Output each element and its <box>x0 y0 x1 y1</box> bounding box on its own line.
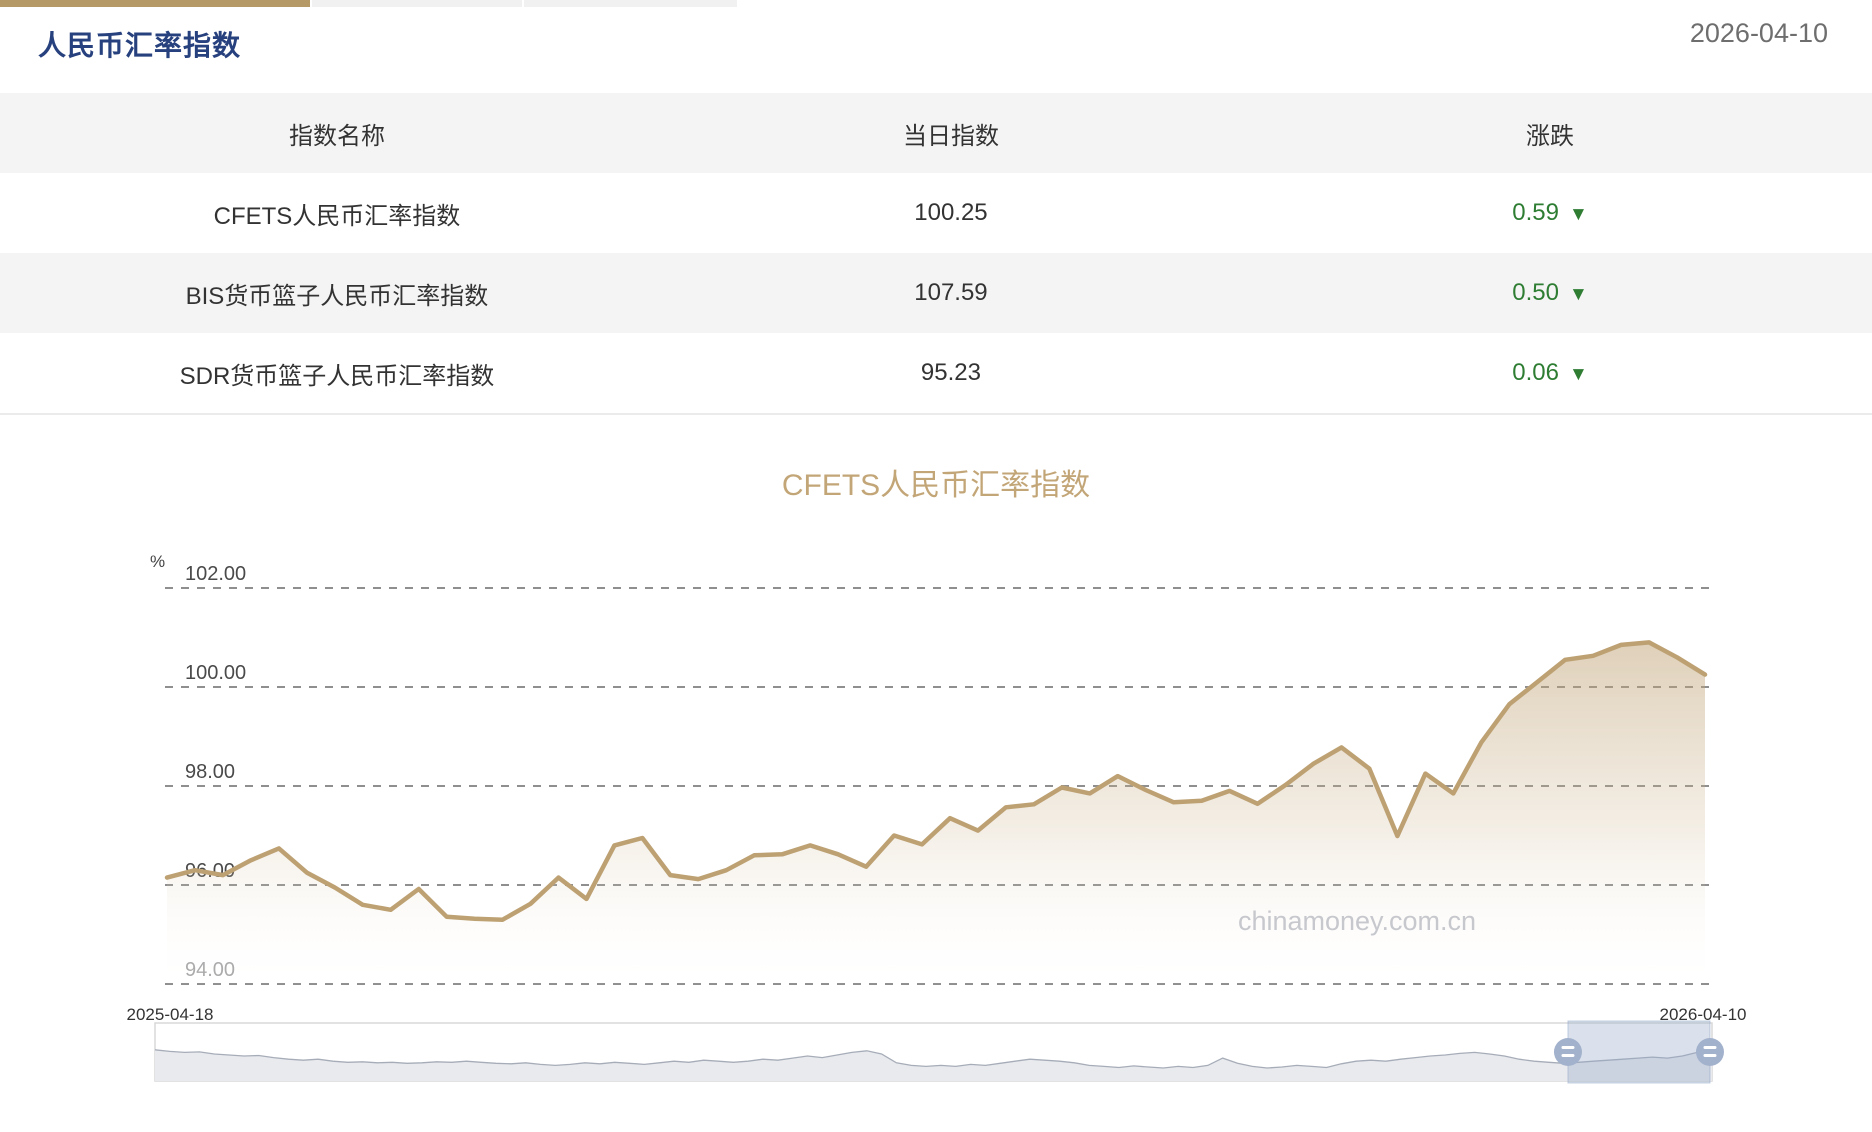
handle-grip-line <box>1703 1046 1716 1049</box>
tab-indicator-2[interactable] <box>312 0 522 7</box>
table-row: CFETS人民币汇率指数 100.25 0.59 ▼ <box>0 173 1872 253</box>
x-axis-start-label: 2025-04-18 <box>127 1005 214 1024</box>
cfets-index-chart: 102.00100.0098.0096.0094.00 % chinamoney… <box>0 530 1872 1132</box>
change-value: 0.59 <box>1512 199 1559 226</box>
handle-grip-line <box>1703 1054 1716 1057</box>
chart-title: CFETS人民币汇率指数 <box>0 460 1872 504</box>
down-triangle-icon: ▼ <box>1569 364 1588 385</box>
tab-indicator-3[interactable] <box>524 0 737 7</box>
index-change: 0.59 ▼ <box>1228 199 1872 227</box>
page-title: 人民币汇率指数 <box>38 24 241 64</box>
navigator-selected-window[interactable] <box>1568 1021 1710 1083</box>
down-triangle-icon: ▼ <box>1569 204 1588 225</box>
col-header-name: 指数名称 <box>0 116 674 151</box>
navigator-handle-right[interactable] <box>1696 1038 1724 1066</box>
handle-grip-line <box>1561 1054 1574 1057</box>
down-triangle-icon: ▼ <box>1569 284 1588 305</box>
y-axis-unit-label: % <box>150 552 165 571</box>
change-value: 0.06 <box>1512 359 1559 386</box>
index-change: 0.06 ▼ <box>1228 359 1872 387</box>
y-tick-label: 100.00 <box>185 662 246 684</box>
index-value: 95.23 <box>674 359 1228 387</box>
table-header-row: 指数名称 当日指数 涨跌 <box>0 93 1872 173</box>
y-tick-label: 98.00 <box>185 761 235 783</box>
navigator-handle-left[interactable] <box>1554 1038 1582 1066</box>
col-header-change: 涨跌 <box>1228 116 1872 151</box>
index-value: 100.25 <box>674 199 1228 227</box>
index-value: 107.59 <box>674 279 1228 307</box>
index-change: 0.50 ▼ <box>1228 279 1872 307</box>
header-date: 2026-04-10 <box>1690 18 1828 49</box>
col-header-value: 当日指数 <box>674 116 1228 151</box>
tab-indicator-active[interactable] <box>0 0 310 7</box>
area-fill <box>167 642 1705 984</box>
index-name: SDR货币篮子人民币汇率指数 <box>0 356 674 391</box>
table-row: BIS货币篮子人民币汇率指数 107.59 0.50 ▼ <box>0 253 1872 333</box>
handle-grip-line <box>1561 1046 1574 1049</box>
index-name: CFETS人民币汇率指数 <box>0 196 674 231</box>
y-tick-label: 102.00 <box>185 563 246 585</box>
tab-indicator-strip <box>0 0 1872 7</box>
change-value: 0.50 <box>1512 279 1559 306</box>
index-name: BIS货币篮子人民币汇率指数 <box>0 276 674 311</box>
table-row: SDR货币篮子人民币汇率指数 95.23 0.06 ▼ <box>0 333 1872 413</box>
index-table: 指数名称 当日指数 涨跌 CFETS人民币汇率指数 100.25 0.59 ▼ B… <box>0 93 1872 415</box>
